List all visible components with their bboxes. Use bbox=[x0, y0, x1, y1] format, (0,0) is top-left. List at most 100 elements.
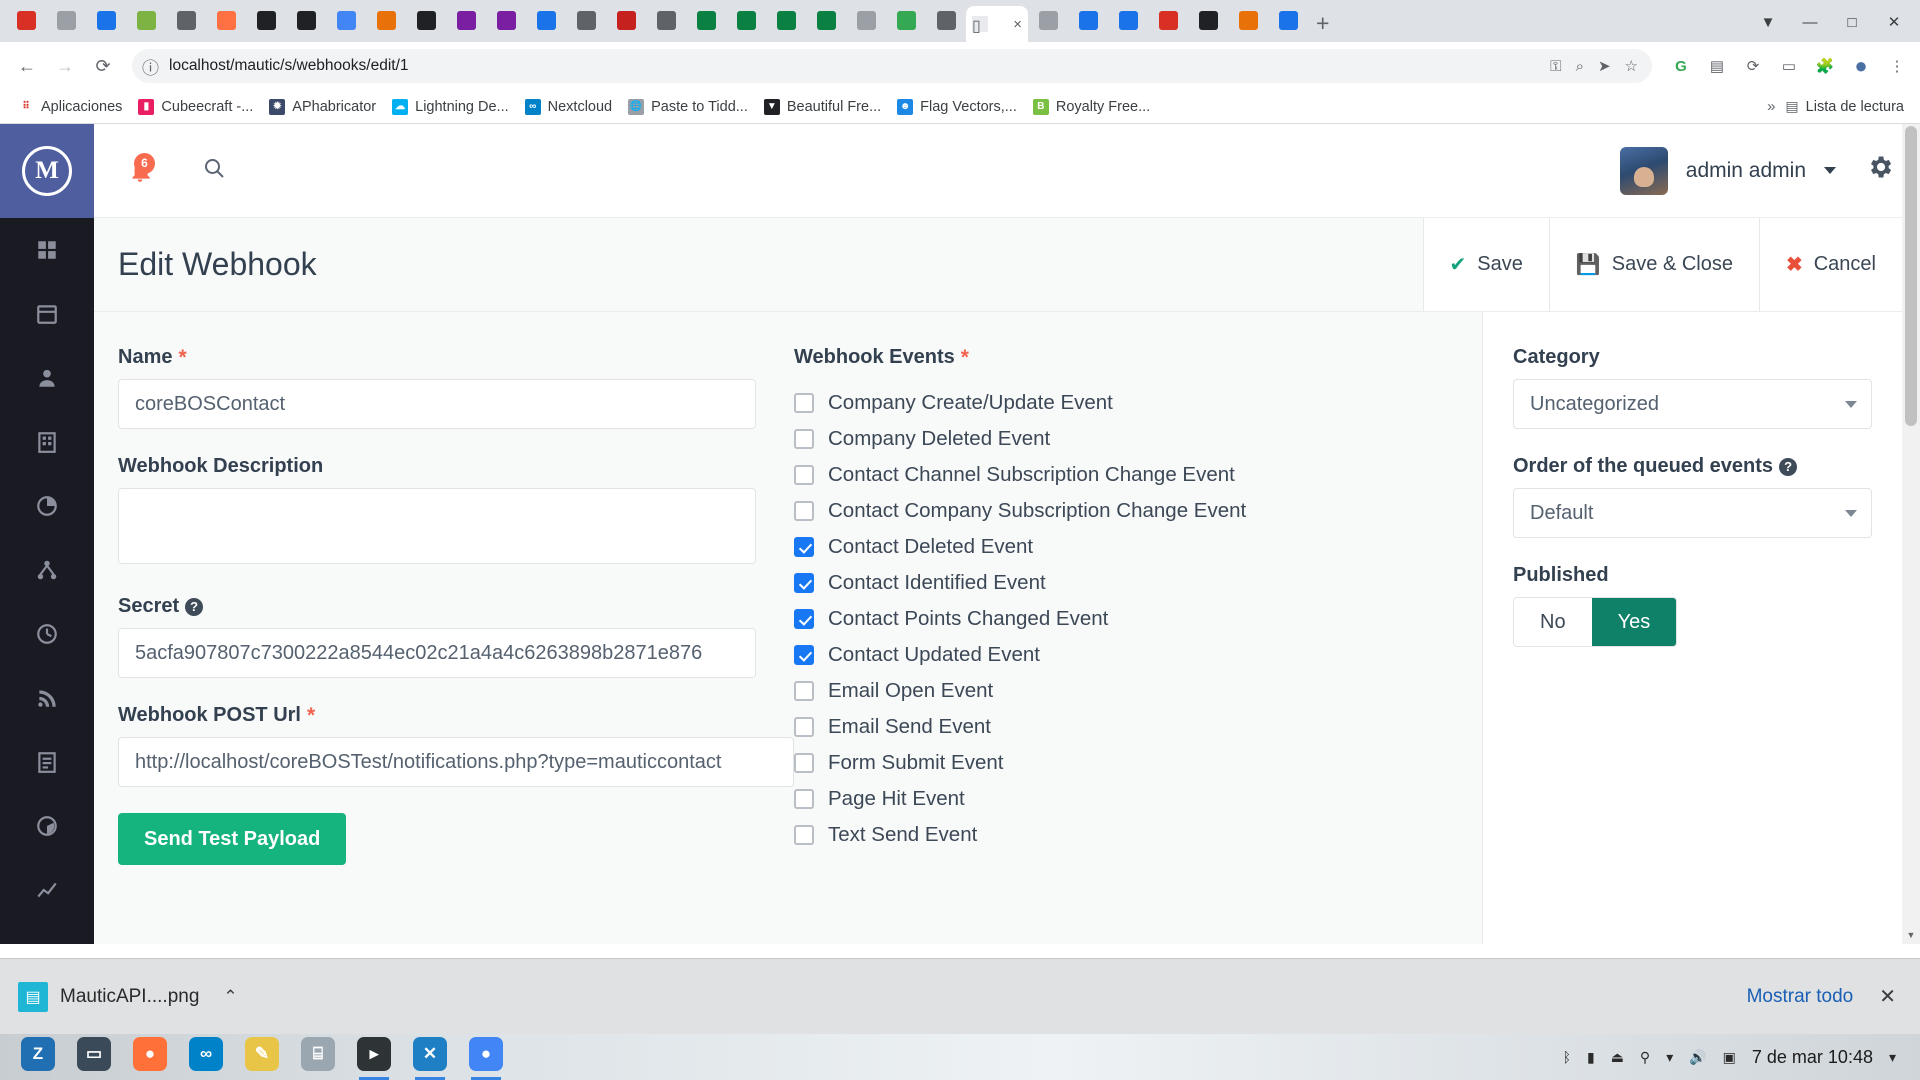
event-row[interactable]: Email Open Event bbox=[794, 673, 1472, 709]
tab-mautic-icon-0[interactable] bbox=[6, 0, 46, 40]
bookmark-6[interactable]: ▼ Beautiful Fre... bbox=[756, 95, 889, 119]
tab-pen-icon-22[interactable] bbox=[886, 0, 926, 40]
checkbox[interactable] bbox=[794, 609, 814, 629]
key-icon[interactable]: ⚿ bbox=[1550, 58, 1561, 75]
checkbox[interactable] bbox=[794, 393, 814, 413]
event-row[interactable]: Contact Updated Event bbox=[794, 637, 1472, 673]
event-row[interactable]: Contact Points Changed Event bbox=[794, 601, 1472, 637]
tab-pma-icon-9[interactable] bbox=[366, 0, 406, 40]
checkbox[interactable] bbox=[794, 429, 814, 449]
profile-avatar-icon[interactable]: ● bbox=[1848, 53, 1874, 79]
tab-github-icon-7[interactable] bbox=[286, 0, 326, 40]
bookmark-4[interactable]: ∞ Nextcloud bbox=[517, 95, 620, 119]
tab-edge-icon-17[interactable] bbox=[686, 0, 726, 40]
tab-circle-icon-1[interactable] bbox=[46, 0, 86, 40]
search-icon[interactable] bbox=[202, 156, 226, 186]
tab-edge-icon-20[interactable] bbox=[806, 0, 846, 40]
tab-compass-icon-5[interactable] bbox=[206, 0, 246, 40]
sidebar-item-stats[interactable] bbox=[0, 858, 94, 922]
sidebar-item-contacts[interactable] bbox=[0, 346, 94, 410]
sidebar-item-reports[interactable] bbox=[0, 794, 94, 858]
tab-graph-icon-15[interactable] bbox=[606, 0, 646, 40]
cast-icon[interactable]: ▭ bbox=[1776, 53, 1802, 79]
battery-icon[interactable]: ▮ bbox=[1587, 1049, 1595, 1066]
event-row[interactable]: Company Deleted Event bbox=[794, 421, 1472, 457]
reading-list-button[interactable]: ▤ Lista de lectura bbox=[1785, 98, 1910, 115]
back-button[interactable]: ← bbox=[10, 49, 44, 83]
sidebar-item-dashboard[interactable] bbox=[0, 218, 94, 282]
accessibility-icon[interactable]: ⚲ bbox=[1640, 1049, 1650, 1066]
file-manager-icon[interactable]: ⌸ bbox=[290, 1034, 346, 1080]
tab-gear-icon-23[interactable] bbox=[926, 0, 966, 40]
checkbox[interactable] bbox=[794, 501, 814, 521]
tab-edge-icon-19[interactable] bbox=[766, 0, 806, 40]
network-icon[interactable]: ▾ bbox=[1666, 1049, 1673, 1066]
tab-video-icon-r3[interactable] bbox=[1148, 0, 1188, 40]
tab-gear-icon-16[interactable] bbox=[646, 0, 686, 40]
tab-puzzle-icon-8[interactable] bbox=[326, 0, 366, 40]
eject-icon[interactable]: ⏏ bbox=[1611, 1049, 1624, 1066]
event-row[interactable]: Company Create/Update Event bbox=[794, 385, 1472, 421]
event-row[interactable]: Contact Identified Event bbox=[794, 565, 1472, 601]
sidebar-item-calendar[interactable] bbox=[0, 282, 94, 346]
tab-shield-icon-11[interactable] bbox=[446, 0, 486, 40]
bookmarks-overflow-button[interactable]: » bbox=[1757, 98, 1785, 115]
checkbox[interactable] bbox=[794, 825, 814, 845]
close-shelf-button[interactable]: ✕ bbox=[1879, 984, 1902, 1009]
sync-icon[interactable]: ⟳ bbox=[1740, 53, 1766, 79]
published-yes-option[interactable]: Yes bbox=[1591, 598, 1677, 646]
vscode-icon[interactable]: ✕ bbox=[402, 1034, 458, 1080]
event-row[interactable]: Form Submit Event bbox=[794, 745, 1472, 781]
chrome-icon[interactable]: ● bbox=[458, 1034, 514, 1080]
question-icon[interactable]: ? bbox=[1779, 457, 1798, 476]
download-item[interactable]: ▤ MauticAPI....png ⌃ bbox=[18, 981, 238, 1012]
nextcloud-icon[interactable]: ∞ bbox=[178, 1034, 234, 1080]
active-tab[interactable]: ▯ × bbox=[966, 6, 1028, 42]
info-icon[interactable]: ⓘ bbox=[142, 54, 159, 79]
page-scrollbar[interactable]: ▲ ▼ bbox=[1902, 124, 1920, 944]
bookmark-5[interactable]: 🌐 Paste to Tidd... bbox=[620, 95, 756, 119]
tab-at-icon-r4[interactable] bbox=[1188, 0, 1228, 40]
tab-pen-icon-r5[interactable] bbox=[1228, 0, 1268, 40]
event-row[interactable]: Page Hit Event bbox=[794, 781, 1472, 817]
bookmark-1[interactable]: ▮ Cubeecraft -... bbox=[130, 95, 261, 119]
files-icon[interactable]: ▭ bbox=[66, 1034, 122, 1080]
cancel-button[interactable]: ✖ Cancel bbox=[1758, 218, 1902, 311]
sidebar-item-companies[interactable] bbox=[0, 410, 94, 474]
checkbox[interactable] bbox=[794, 465, 814, 485]
checkbox[interactable] bbox=[794, 537, 814, 557]
firefox-icon[interactable]: ● bbox=[122, 1034, 178, 1080]
checkbox[interactable] bbox=[794, 789, 814, 809]
volume-icon[interactable]: 🔊 bbox=[1689, 1049, 1706, 1066]
tab-photo-icon-r1[interactable] bbox=[1068, 0, 1108, 40]
tab-flash-icon-10[interactable] bbox=[406, 0, 446, 40]
show-all-downloads-link[interactable]: Mostrar todo bbox=[1747, 986, 1854, 1008]
tab-github-icon-6[interactable] bbox=[246, 0, 286, 40]
scrollbar-thumb[interactable] bbox=[1905, 126, 1917, 426]
profile-chip-icon[interactable]: ▼ bbox=[1748, 6, 1788, 38]
order-select[interactable]: Default bbox=[1513, 488, 1872, 538]
bookmark-7[interactable]: ☻ Flag Vectors,... bbox=[889, 95, 1025, 119]
new-tab-button[interactable]: + bbox=[1316, 10, 1329, 37]
bookmark-8[interactable]: B Royalty Free... bbox=[1025, 95, 1158, 119]
published-no-option[interactable]: No bbox=[1514, 598, 1592, 646]
address-bar[interactable]: ⓘ localhost/mautic/s/webhooks/edit/1 ⚿ ⌕… bbox=[132, 49, 1652, 83]
menu-icon[interactable]: ⋮ bbox=[1884, 53, 1910, 79]
chevron-down-icon[interactable] bbox=[1824, 167, 1836, 174]
tab-chart-icon-2[interactable] bbox=[86, 0, 126, 40]
zoom-icon[interactable]: ⌕ bbox=[1576, 58, 1584, 75]
gear-icon[interactable] bbox=[1866, 153, 1894, 188]
bookmark-2[interactable]: ✹ APhabricator bbox=[261, 95, 384, 119]
save-button[interactable]: ✔ Save bbox=[1422, 218, 1549, 311]
send-icon[interactable]: ➤ bbox=[1598, 57, 1611, 75]
checkbox[interactable] bbox=[794, 573, 814, 593]
avatar[interactable] bbox=[1619, 146, 1668, 195]
mautic-logo[interactable]: M bbox=[0, 124, 94, 218]
display-icon[interactable]: ▣ bbox=[1723, 1049, 1736, 1066]
checkbox[interactable] bbox=[794, 645, 814, 665]
save-close-button[interactable]: 💾 Save & Close bbox=[1548, 218, 1759, 311]
text-editor-icon[interactable]: ✎ bbox=[234, 1034, 290, 1080]
bookmark-3[interactable]: ☁ Lightning De... bbox=[384, 95, 517, 119]
notifications-button[interactable]: 6 bbox=[120, 151, 160, 191]
category-select[interactable]: Uncategorized bbox=[1513, 379, 1872, 429]
